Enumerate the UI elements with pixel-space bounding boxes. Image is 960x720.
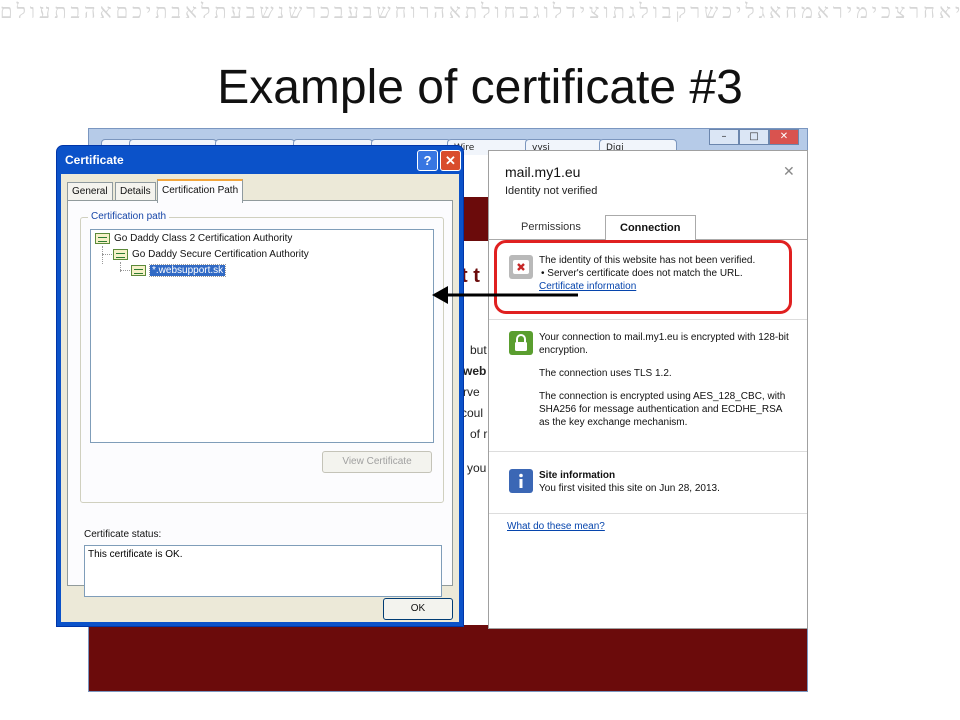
site-domain: mail.my1.eu xyxy=(505,164,581,180)
help-button[interactable]: ? xyxy=(417,150,438,171)
encryption-section: Your connection to mail.my1.eu is encryp… xyxy=(489,327,807,447)
tab-general[interactable]: General xyxy=(67,182,113,201)
tab-certification-path[interactable]: Certification Path xyxy=(157,179,244,203)
tab-connection[interactable]: Connection xyxy=(605,215,696,240)
site-info-text: Site information You first visited this … xyxy=(539,469,793,495)
first-visit-text: You first visited this site on Jun 28, 2… xyxy=(539,483,720,494)
lock-icon xyxy=(509,331,533,355)
view-certificate-button[interactable]: View Certificate xyxy=(322,451,432,473)
encryption-text: Your connection to mail.my1.eu is encryp… xyxy=(539,331,793,439)
encryption-strength: Your connection to mail.my1.eu is encryp… xyxy=(539,332,789,356)
help-link[interactable]: What do these mean? xyxy=(507,521,605,532)
tree-item-root-ca[interactable]: Go Daddy Class 2 Certification Authority xyxy=(95,232,292,246)
tab-details[interactable]: Details xyxy=(115,182,156,201)
section-divider xyxy=(489,513,807,514)
tls-version: The connection uses TLS 1.2. xyxy=(539,368,672,379)
page-text-fragment: you xyxy=(467,461,487,475)
tab-permissions[interactable]: Permissions xyxy=(507,215,595,239)
slide-title: Example of certificate #3 xyxy=(217,61,743,114)
tree-connector xyxy=(120,270,130,271)
identity-status: Identity not verified xyxy=(505,185,598,197)
certificate-status-label: Certificate status: xyxy=(84,529,162,540)
section-divider xyxy=(489,319,807,320)
tab-panel: Certification path Go Daddy Class 2 Cert… xyxy=(67,200,453,597)
cipher-details: The connection is encrypted using AES_12… xyxy=(539,391,786,428)
maximize-icon[interactable]: □ xyxy=(739,129,769,145)
dialog-title: Certificate xyxy=(65,153,124,167)
pointer-arrow-icon xyxy=(432,286,578,304)
site-info-title: Site information xyxy=(539,470,616,481)
page-text-fragment: coul xyxy=(461,406,484,420)
close-icon[interactable]: ✕ xyxy=(769,129,799,145)
dialog-body: General Details Certification Path Certi… xyxy=(61,174,459,622)
page-text-fragment: web xyxy=(463,364,487,378)
minimize-icon[interactable]: – xyxy=(709,129,739,145)
ok-button[interactable]: OK xyxy=(383,598,453,620)
page-footer-band xyxy=(89,625,807,691)
tree-connector xyxy=(102,254,112,255)
tree-item-leaf-cert[interactable]: *.websupport.sk xyxy=(131,264,227,278)
certificate-icon xyxy=(113,248,128,260)
tree-item-intermediate-ca[interactable]: Go Daddy Secure Certification Authority xyxy=(113,248,309,262)
page-text-fragment: rve xyxy=(463,385,480,399)
certificate-dialog: Certificate ? ✕ General Details Certific… xyxy=(56,145,464,627)
certification-path-label: Certification path xyxy=(88,211,170,222)
close-icon[interactable]: ✕ xyxy=(783,163,795,180)
site-information-section: Site information You first visited this … xyxy=(489,461,807,505)
identity-popup: mail.my1.eu Identity not verified ✕ Perm… xyxy=(488,150,808,629)
certificate-icon xyxy=(95,232,110,244)
certification-path-tree[interactable]: Go Daddy Class 2 Certification Authority… xyxy=(90,229,434,443)
certificate-status-box: This certificate is OK. xyxy=(84,545,442,597)
tree-connector xyxy=(102,246,103,264)
page-text-fragment: of r xyxy=(470,427,488,441)
dialog-close-button[interactable]: ✕ xyxy=(440,150,461,171)
info-icon xyxy=(509,469,533,493)
certificate-icon xyxy=(131,264,146,276)
page-text-fragment: but xyxy=(470,343,487,357)
section-divider xyxy=(489,451,807,452)
